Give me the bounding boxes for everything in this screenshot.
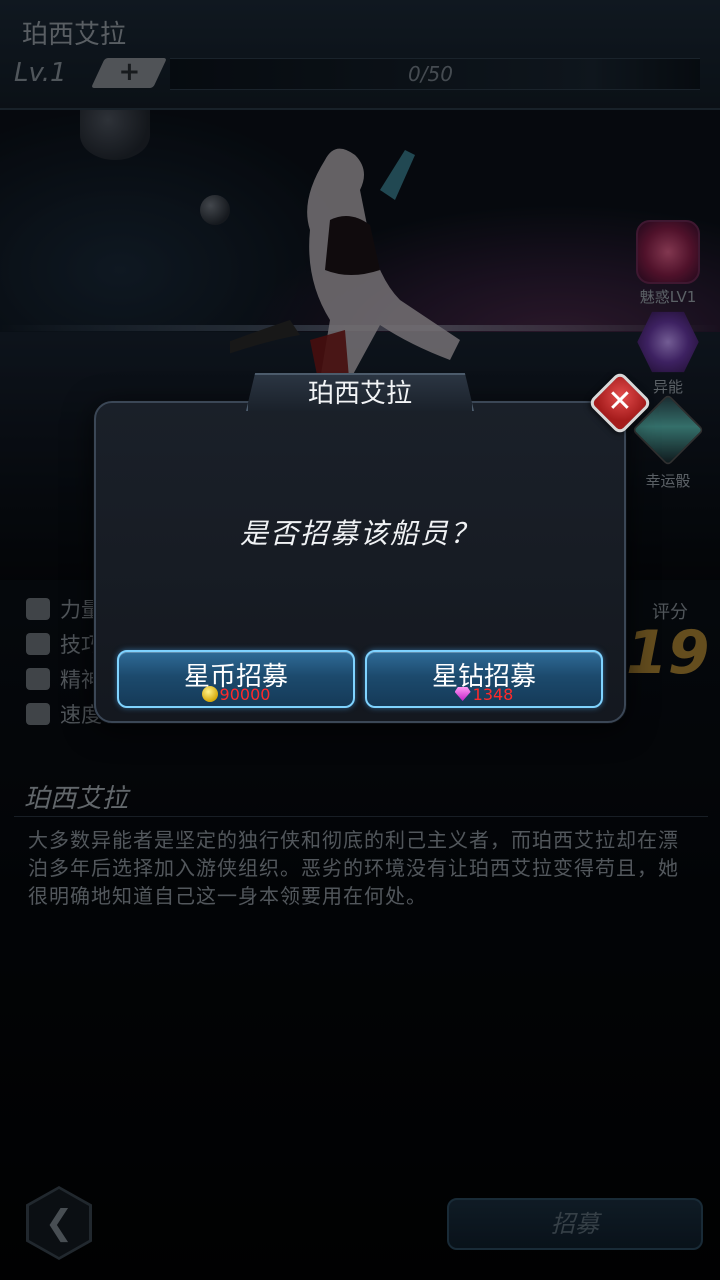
diamond-cost: 1348 — [367, 685, 601, 704]
dialog-question: 是否招募该船员？ — [239, 517, 480, 550]
coin-cost-value: 90000 — [219, 685, 271, 704]
close-icon[interactable]: ✕ — [597, 380, 643, 426]
coin-recruit-button[interactable]: 星币招募 90000 — [117, 650, 355, 708]
diamond-cost-value: 1348 — [472, 685, 514, 704]
gem-icon — [454, 687, 471, 701]
coin-icon — [201, 686, 218, 702]
dialog-title: 珀西艾拉 — [307, 379, 412, 409]
diamond-recruit-button[interactable]: 星钻招募 1348 — [365, 650, 603, 708]
coin-cost: 90000 — [119, 685, 353, 704]
